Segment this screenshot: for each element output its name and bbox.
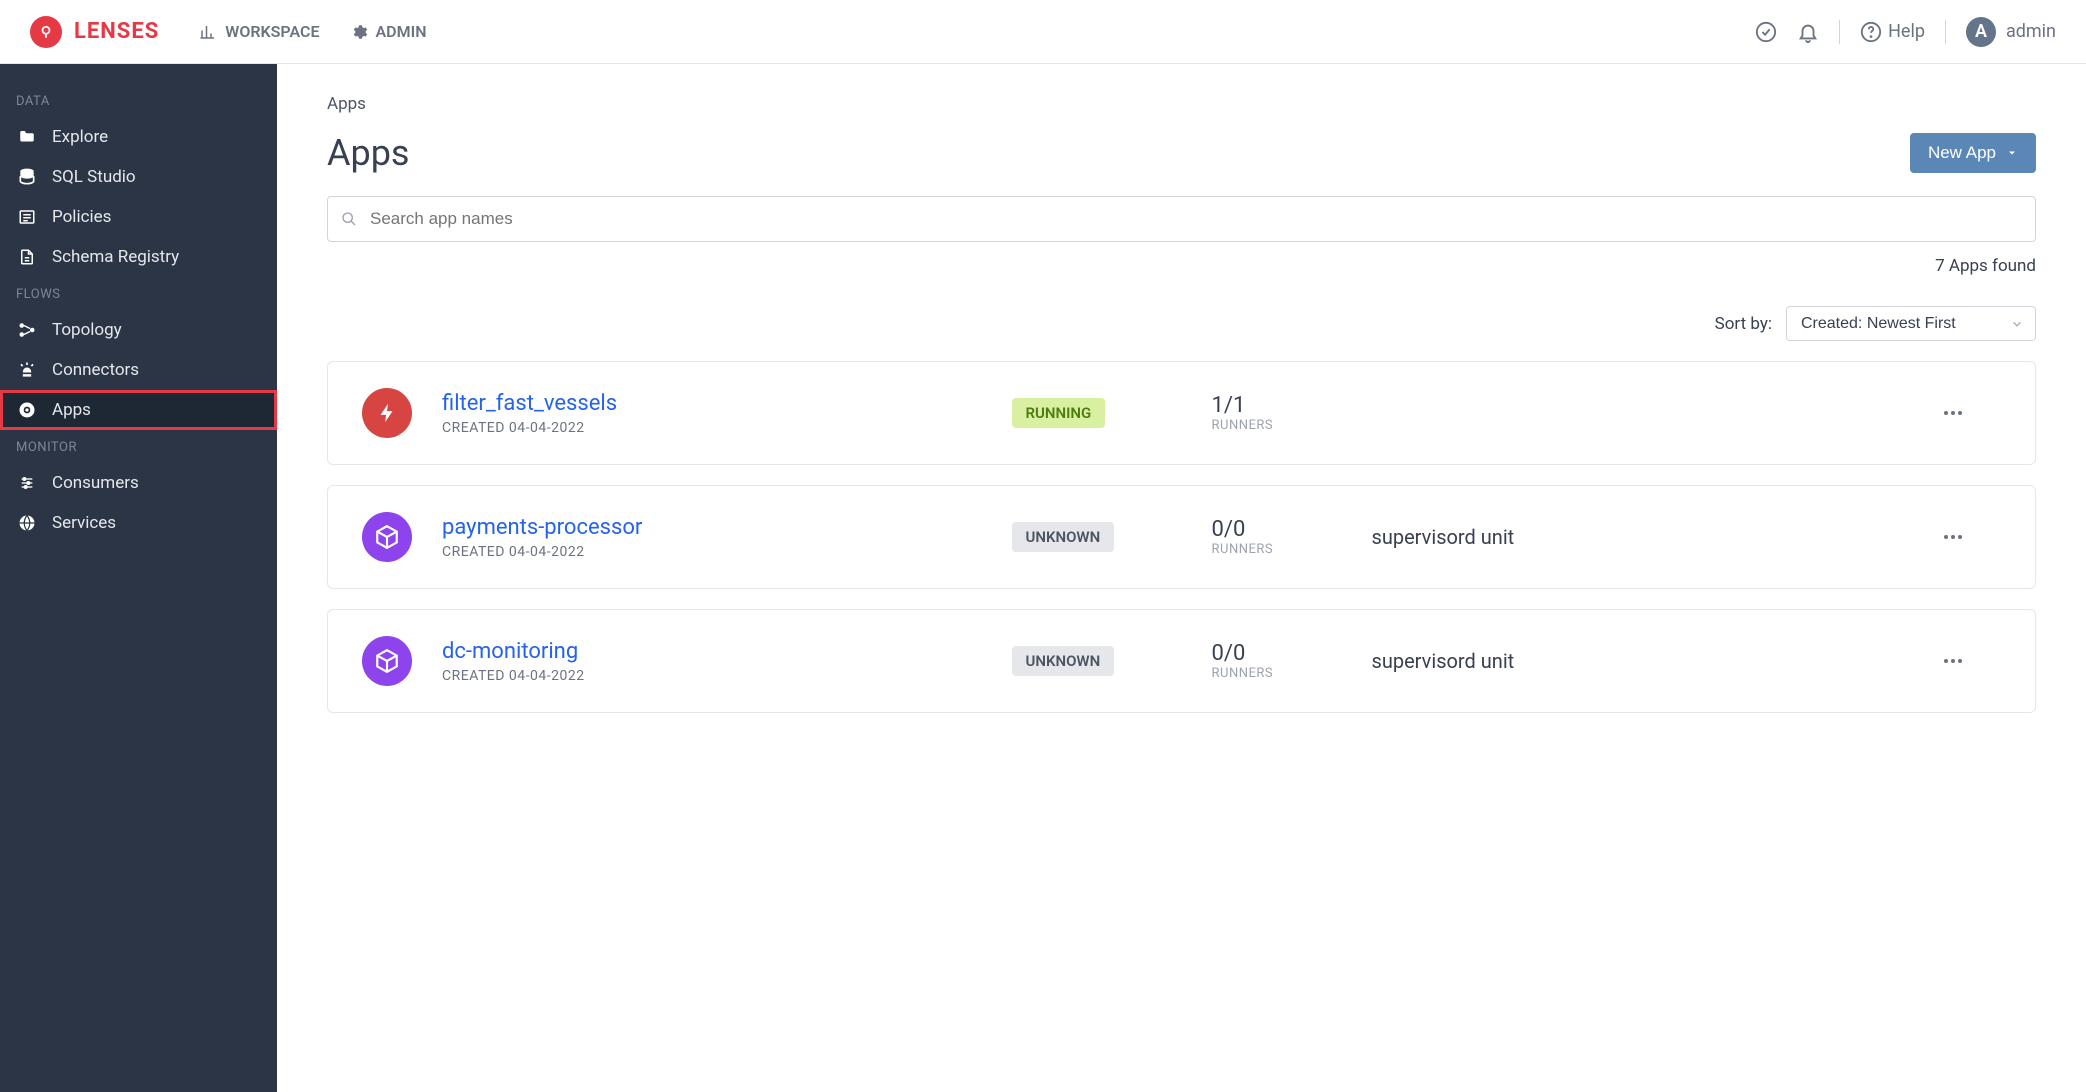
sidebar-item-topology[interactable]: Topology: [0, 310, 277, 350]
runners-count: 0/0: [1212, 641, 1352, 666]
sidebar-section-label: FLOWS: [0, 277, 277, 310]
results-count: 7 Apps found: [327, 256, 2036, 276]
runners-label: RUNNERS: [1212, 542, 1352, 557]
topology-icon: [16, 321, 38, 339]
app-created: CREATED 04-04-2022: [442, 544, 992, 560]
runners-label: RUNNERS: [1212, 666, 1352, 681]
status-badge: RUNNING: [1012, 398, 1106, 428]
status-badge: UNKNOWN: [1012, 522, 1115, 552]
search-input[interactable]: [327, 196, 2036, 242]
app-row: dc-monitoring CREATED 04-04-2022 UNKNOWN 0/…: [327, 609, 2036, 713]
app-name-link[interactable]: payments-processor: [442, 515, 992, 540]
sidebar-item-label: SQL Studio: [52, 167, 136, 187]
page-title: Apps: [327, 132, 410, 174]
app-created: CREATED 04-04-2022: [442, 668, 992, 684]
sidebar-section-label: MONITOR: [0, 430, 277, 463]
explore-icon: [16, 128, 38, 146]
sidebar-item-label: Services: [52, 513, 116, 533]
app-type-icon: [362, 388, 412, 438]
divider: [1839, 20, 1840, 44]
runners-count: 0/0: [1212, 517, 1352, 542]
help-icon: [1860, 21, 1882, 43]
topbar: LENSES WORKSPACE ADMIN Help A: [0, 0, 2086, 64]
app-extra: supervisord unit: [1372, 649, 1922, 673]
app-created: CREATED 04-04-2022: [442, 420, 992, 436]
app-row: payments-processor CREATED 04-04-2022 UNKN…: [327, 485, 2036, 589]
sidebar-item-apps[interactable]: Apps: [0, 390, 277, 430]
sidebar-section-label: DATA: [0, 84, 277, 117]
sidebar-item-services[interactable]: Services: [0, 503, 277, 543]
consumers-icon: [16, 475, 38, 491]
sidebar-item-label: Connectors: [52, 360, 139, 380]
sidebar-item-consumers[interactable]: Consumers: [0, 463, 277, 503]
sort-label: Sort by:: [1715, 314, 1772, 334]
more-actions[interactable]: [1941, 401, 2001, 425]
app-name-link[interactable]: dc-monitoring: [442, 639, 992, 664]
divider: [1945, 20, 1946, 44]
sidebar-item-label: Topology: [52, 320, 122, 340]
brand-text: LENSES: [74, 19, 159, 44]
app-extra: supervisord unit: [1372, 525, 1922, 549]
sort-select[interactable]: Created: Newest First: [1786, 306, 2036, 341]
main-content: Apps Apps New App 7 Apps found Sort by: …: [277, 64, 2086, 1092]
help-link[interactable]: Help: [1860, 21, 1925, 43]
avatar: A: [1966, 17, 1996, 47]
sidebar-item-label: Schema Registry: [52, 247, 179, 267]
runners-count: 1/1: [1212, 393, 1352, 418]
bell-icon[interactable]: [1797, 21, 1819, 43]
sidebar-item-sqlstudio[interactable]: SQL Studio: [0, 157, 277, 197]
username: admin: [2006, 21, 2056, 42]
sidebar-item-schemaregistry[interactable]: Schema Registry: [0, 237, 277, 277]
app-row: filter_fast_vessels CREATED 04-04-2022 RUN…: [327, 361, 2036, 465]
nav-workspace[interactable]: WORKSPACE: [199, 22, 319, 41]
gear-icon: [350, 23, 368, 41]
more-actions[interactable]: [1941, 649, 2001, 673]
app-type-icon: [362, 512, 412, 562]
more-actions[interactable]: [1941, 525, 2001, 549]
app-type-icon: [362, 636, 412, 686]
nav-admin[interactable]: ADMIN: [350, 22, 427, 41]
sqlstudio-icon: [16, 167, 38, 187]
chevron-down-icon: [2006, 147, 2018, 159]
app-name-link[interactable]: filter_fast_vessels: [442, 391, 992, 416]
services-icon: [16, 513, 38, 533]
schemaregistry-icon: [16, 247, 38, 267]
sidebar-item-label: Explore: [52, 127, 108, 147]
apps-icon: [16, 400, 38, 420]
sidebar-item-explore[interactable]: Explore: [0, 117, 277, 157]
sidebar-item-label: Consumers: [52, 473, 139, 493]
sidebar-item-policies[interactable]: Policies: [0, 197, 277, 237]
connectors-icon: [16, 360, 38, 380]
logo[interactable]: LENSES: [30, 16, 159, 48]
new-app-button[interactable]: New App: [1910, 133, 2036, 173]
sidebar-item-label: Policies: [52, 207, 111, 227]
search-icon: [341, 211, 357, 227]
breadcrumb: Apps: [327, 94, 2036, 114]
sidebar-item-label: Apps: [52, 400, 91, 420]
logo-icon: [30, 16, 62, 48]
policies-icon: [16, 208, 38, 226]
topnav: WORKSPACE ADMIN: [199, 22, 426, 41]
status-badge: UNKNOWN: [1012, 646, 1115, 676]
user-menu[interactable]: A admin: [1966, 17, 2056, 47]
runners-label: RUNNERS: [1212, 418, 1352, 433]
sidebar-item-connectors[interactable]: Connectors: [0, 350, 277, 390]
sidebar: DATA Explore SQL Studio Policies Schema Regi…: [0, 64, 277, 1092]
barchart-icon: [199, 23, 217, 41]
check-circle-icon[interactable]: [1755, 21, 1777, 43]
